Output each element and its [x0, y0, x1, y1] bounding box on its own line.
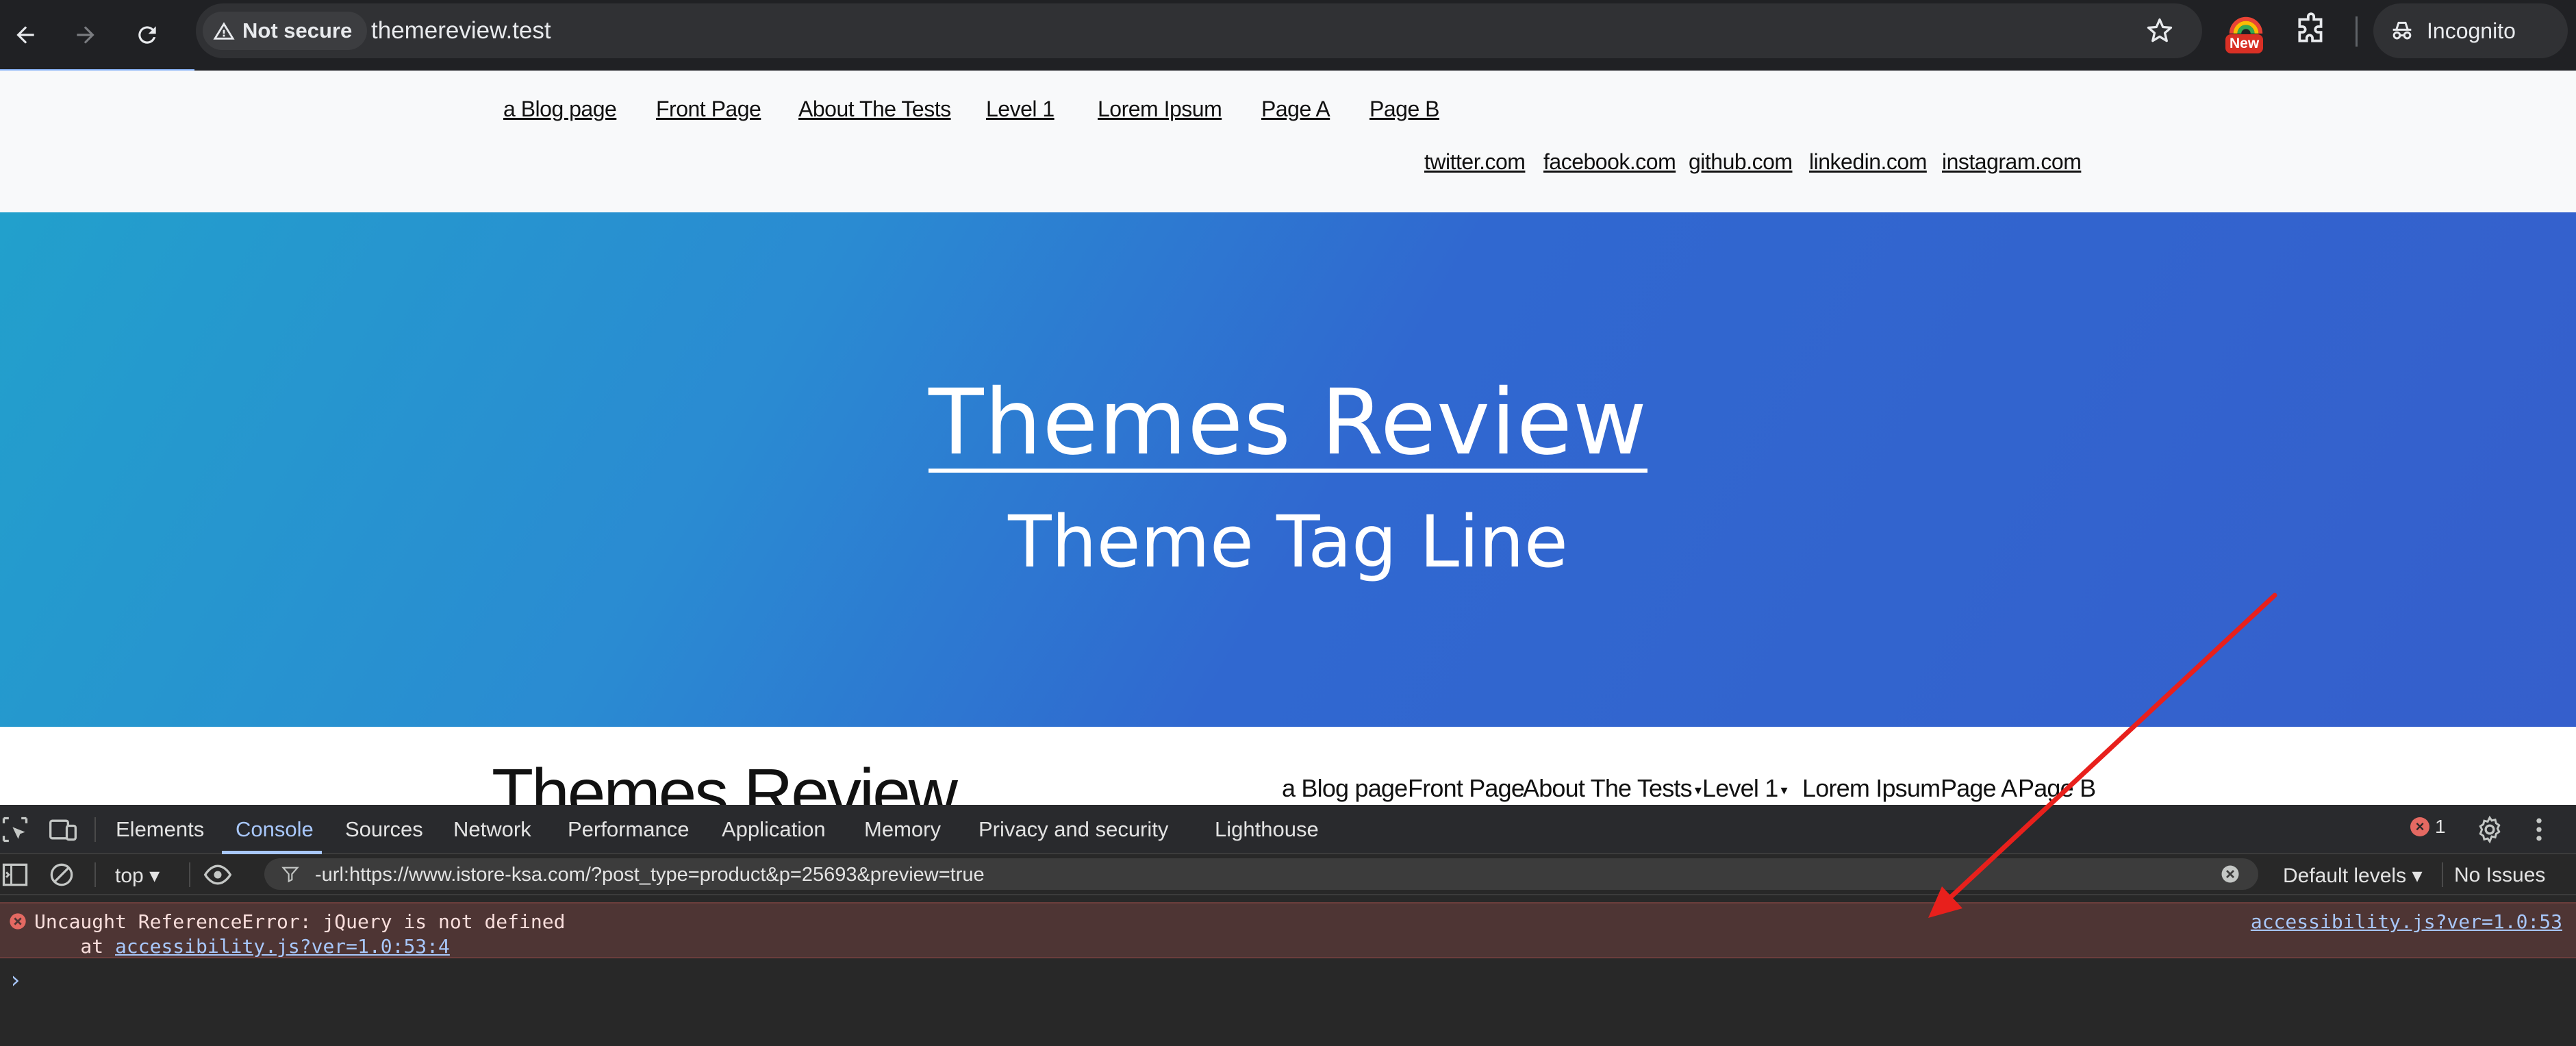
sticky-site-title[interactable]: Themes Review [492, 754, 958, 805]
filter-text: -url:https://www.istore-ksa.com/?post_ty… [315, 864, 985, 886]
new-badge: New [2225, 34, 2264, 53]
toolbar-separator [2356, 16, 2358, 47]
error-source-link[interactable]: accessibility.js?ver=1.0:53 [2251, 910, 2562, 933]
incognito-icon [2392, 21, 2412, 40]
hero-banner: Themes Review Theme Tag Line [0, 212, 2576, 727]
error-count-value: 1 [2435, 816, 2446, 837]
error-text: Uncaught ReferenceError: jQuery is not d… [34, 910, 566, 933]
stack-source-link[interactable]: accessibility.js?ver=1.0:53:4 [115, 935, 450, 958]
tab-console[interactable]: Console [236, 817, 314, 842]
sticky-link-front-page[interactable]: Front Page [1408, 774, 1525, 803]
sticky-link-page-a[interactable]: Page A [1941, 774, 2017, 803]
live-expression-eye-icon[interactable] [203, 860, 233, 890]
sticky-link-about-label: About The Tests [1523, 774, 1693, 802]
incognito-button[interactable]: Incognito [2373, 3, 2568, 58]
issues-indicator[interactable]: No Issues [2454, 864, 2545, 887]
sticky-link-page-b[interactable]: Page B [2018, 774, 2096, 803]
back-button[interactable] [4, 14, 47, 56]
tab-separator [94, 817, 96, 842]
inspect-element-icon[interactable] [0, 814, 30, 845]
console-filter-input[interactable]: -url:https://www.istore-ksa.com/?post_ty… [264, 858, 2258, 890]
stack-prefix: at [34, 935, 116, 958]
toolbar-separator [94, 862, 96, 887]
error-x-icon: × [2410, 817, 2429, 836]
sticky-link-lorem-ipsum[interactable]: Lorem Ipsum [1802, 774, 1941, 803]
tab-lighthouse[interactable]: Lighthouse [1215, 817, 1319, 842]
dropdown-arrow-icon: ▾ [149, 864, 160, 887]
sticky-link-level-1[interactable]: Level 1 ▾ [1702, 774, 1788, 803]
caret-down-icon: ▾ [1694, 782, 1702, 798]
more-options-icon[interactable] [2524, 814, 2554, 845]
context-value: top [115, 864, 144, 887]
page-viewport: a Blog page Front Page About The Tests L… [0, 71, 2576, 805]
reload-button[interactable] [126, 14, 168, 56]
sticky-link-about-the-tests[interactable]: About The Tests ▾ [1523, 774, 1702, 803]
console-error-message: Uncaught ReferenceError: jQuery is not d… [0, 902, 2576, 958]
console-toolbar: top ▾ -url:https://www.istore-ksa.com/?p… [0, 854, 2576, 895]
levels-value: Default levels [2283, 864, 2407, 887]
error-counter[interactable]: × 1 [2410, 816, 2446, 838]
security-indicator[interactable]: Not secure [203, 12, 368, 50]
error-stack-line: at accessibility.js?ver=1.0:53:4 [34, 935, 450, 958]
devtools-tabbar: Elements Console Sources Network Perform… [0, 805, 2576, 854]
log-levels-dropdown[interactable]: Default levels ▾ [2283, 864, 2423, 888]
tab-privacy-security[interactable]: Privacy and security [978, 817, 1168, 842]
hero-tagline: Theme Tag Line [1008, 500, 1568, 584]
sidebar-toggle-icon[interactable] [0, 860, 30, 890]
console-prompt[interactable]: › [8, 967, 22, 994]
error-circle-icon [10, 913, 26, 930]
url-text[interactable]: themereview.test [371, 17, 551, 45]
devtools-panel: Elements Console Sources Network Perform… [0, 805, 2576, 1046]
address-bar[interactable]: Not secure themereview.test [196, 3, 2202, 58]
social-link-twitter[interactable]: twitter.com [1424, 149, 1526, 175]
clear-filter-icon[interactable] [2220, 864, 2240, 884]
extensions-puzzle-icon[interactable] [2294, 12, 2328, 47]
incognito-label: Incognito [2427, 18, 2516, 43]
security-label: Not secure [242, 18, 353, 42]
social-link-linkedin[interactable]: linkedin.com [1809, 149, 1927, 175]
context-selector[interactable]: top ▾ [115, 864, 160, 888]
filter-funnel-icon [281, 867, 299, 883]
sticky-link-level-label: Level 1 [1702, 774, 1778, 802]
menu-link-blog-page[interactable]: a Blog page [503, 97, 617, 122]
hero-title-wrap: Themes Review [0, 370, 2576, 475]
caret-down-icon: ▾ [1780, 782, 1788, 798]
settings-gear-icon[interactable] [2475, 814, 2505, 845]
menu-link-level-1[interactable]: Level 1 [986, 97, 1055, 122]
back-arrow-icon [16, 26, 34, 44]
warning-triangle-icon [213, 22, 235, 40]
tab-sources[interactable]: Sources [345, 817, 423, 842]
sticky-link-blog-page[interactable]: a Blog page [1282, 774, 1408, 803]
forward-button[interactable] [64, 14, 107, 56]
clear-console-icon[interactable] [47, 860, 77, 890]
hero-title[interactable]: Themes Review [929, 370, 1647, 475]
site-header: a Blog page Front Page About The Tests L… [0, 71, 2576, 212]
device-toolbar-icon[interactable] [48, 814, 78, 845]
browser-toolbar: Not secure themereview.test New Incognit… [0, 0, 2576, 72]
menu-link-front-page[interactable]: Front Page [656, 97, 761, 122]
tab-network[interactable]: Network [453, 817, 531, 842]
menu-link-page-a[interactable]: Page A [1261, 97, 1330, 122]
tab-memory[interactable]: Memory [864, 817, 941, 842]
forward-arrow-icon [77, 26, 94, 44]
social-link-facebook[interactable]: facebook.com [1543, 149, 1676, 175]
menu-link-page-b[interactable]: Page B [1369, 97, 1439, 122]
social-link-instagram[interactable]: instagram.com [1942, 149, 2082, 175]
tab-elements[interactable]: Elements [116, 817, 204, 842]
tab-application[interactable]: Application [722, 817, 826, 842]
toolbar-separator [2442, 862, 2443, 887]
menu-link-about-the-tests[interactable]: About The Tests [798, 97, 951, 122]
toolbar-separator [189, 862, 190, 887]
dropdown-arrow-icon: ▾ [2412, 864, 2423, 887]
menu-link-lorem-ipsum[interactable]: Lorem Ipsum [1098, 97, 1222, 122]
bookmark-star-icon[interactable] [2145, 16, 2175, 46]
social-link-github[interactable]: github.com [1689, 149, 1793, 175]
reload-icon [138, 26, 156, 44]
tab-performance[interactable]: Performance [568, 817, 689, 842]
